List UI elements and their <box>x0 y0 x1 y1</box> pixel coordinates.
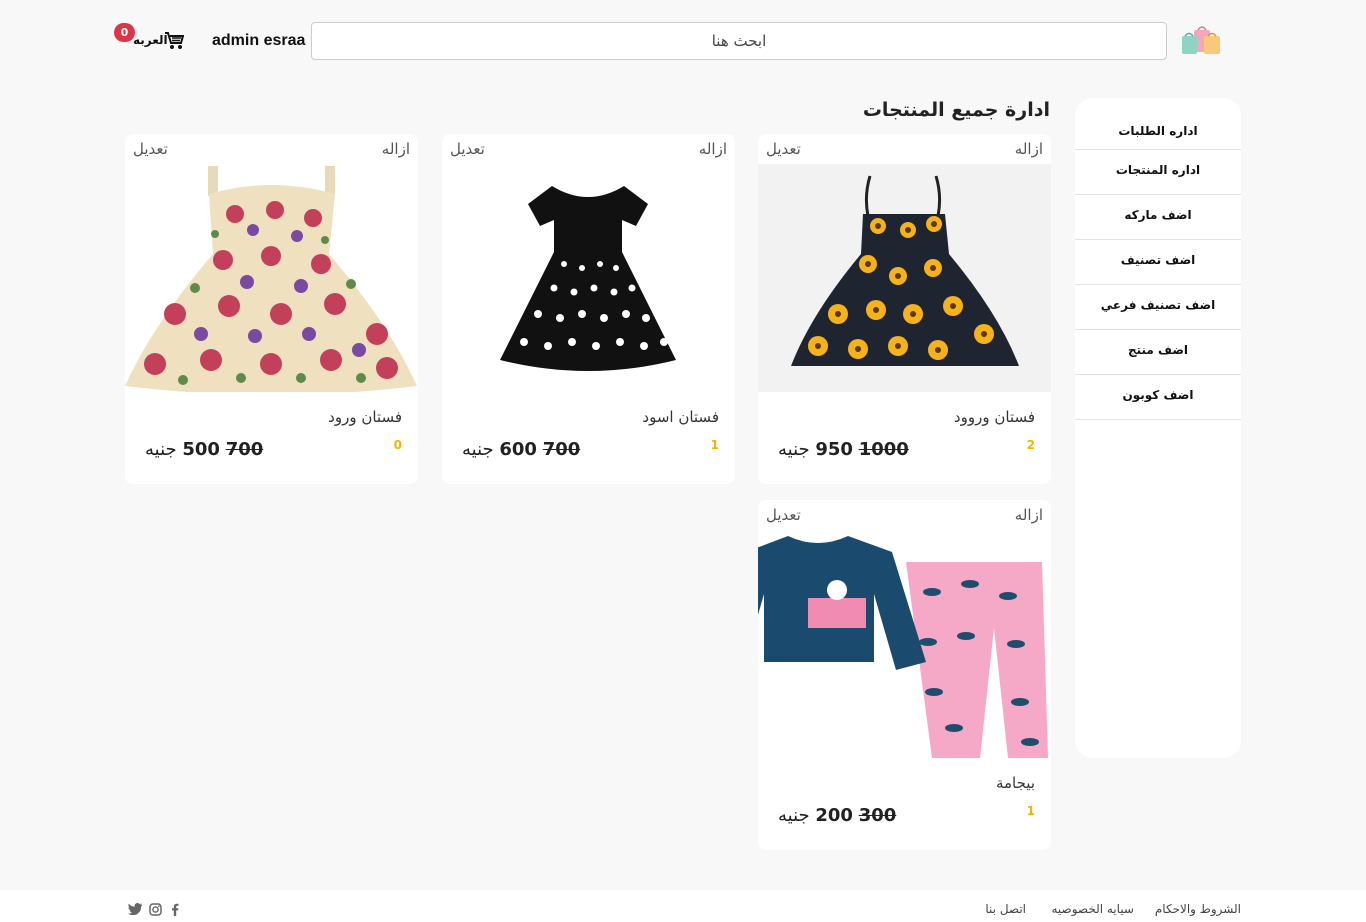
product-rating: 0 <box>393 438 402 452</box>
product-card: ازاله تعديل فستان اسود 1 700 600 جنيه <box>442 134 735 484</box>
sidebar-item-add-coupon[interactable]: اضف كوبون <box>1075 375 1241 420</box>
pajama-image[interactable] <box>758 530 1051 762</box>
shopping-bags-logo-icon[interactable] <box>1180 24 1222 58</box>
currency-label: جنيه <box>778 439 810 460</box>
product-price: 300 200 جنيه <box>778 805 896 826</box>
edit-button[interactable]: تعديل <box>766 506 801 524</box>
black-polka-dress-image[interactable] <box>442 164 735 392</box>
instagram-icon[interactable] <box>149 903 162 916</box>
edit-button[interactable]: تعديل <box>766 140 801 158</box>
admin-sidebar: اداره الطلبات اداره المنتجات اضف ماركه ا… <box>1075 98 1241 758</box>
new-price: 500 <box>182 439 220 460</box>
remove-button[interactable]: ازاله <box>699 140 727 158</box>
sidebar-item-add-category[interactable]: اضف تصنيف <box>1075 240 1241 285</box>
twitter-icon[interactable] <box>128 903 142 915</box>
remove-button[interactable]: ازاله <box>1015 506 1043 524</box>
product-name: فستان ورود <box>328 408 402 426</box>
edit-button[interactable]: تعديل <box>133 140 168 158</box>
currency-label: جنيه <box>778 805 810 826</box>
facebook-icon[interactable] <box>171 903 179 916</box>
user-name[interactable]: admin esraa <box>212 32 305 50</box>
product-card: ازاله تعديل فستان ورود 0 700 500 جنيه <box>125 134 418 484</box>
product-name: بيجامة <box>995 774 1035 792</box>
product-card: ازاله تعديل فستان وروود 2 1000 950 جنيه <box>758 134 1051 484</box>
sidebar-item-add-brand[interactable]: اضف ماركه <box>1075 195 1241 240</box>
footer: الشروط والاحكام سيايه الخصوصيه اتصل بنا <box>0 890 1366 922</box>
currency-label: جنيه <box>462 439 494 460</box>
cart-label: العربه <box>133 33 168 47</box>
new-price: 600 <box>499 439 537 460</box>
remove-button[interactable]: ازاله <box>382 140 410 158</box>
footer-privacy-link[interactable]: سيايه الخصوصيه <box>1051 902 1134 916</box>
old-price: 300 <box>858 805 897 826</box>
new-price: 950 <box>815 439 853 460</box>
sidebar-item-add-product[interactable]: اضف منتج <box>1075 330 1241 375</box>
product-name: فستان اسود <box>642 408 719 426</box>
product-price: 700 500 جنيه <box>145 439 263 460</box>
edit-button[interactable]: تعديل <box>450 140 485 158</box>
footer-contact-link[interactable]: اتصل بنا <box>985 902 1026 916</box>
product-rating: 1 <box>710 438 719 452</box>
product-name: فستان وروود <box>953 408 1035 426</box>
floral-dress-image[interactable] <box>125 164 418 392</box>
old-price: 700 <box>542 439 581 460</box>
product-price: 700 600 جنيه <box>462 439 580 460</box>
remove-button[interactable]: ازاله <box>1015 140 1043 158</box>
sidebar-item-add-subcategory[interactable]: اضف تصنيف فرعي <box>1075 285 1241 330</box>
sidebar-item-manage-products[interactable]: اداره المنتجات <box>1075 150 1241 195</box>
header: admin esraa العربه 0 <box>0 0 1366 80</box>
footer-terms-link[interactable]: الشروط والاحكام <box>1155 902 1241 916</box>
cart-button[interactable]: العربه 0 <box>112 22 188 52</box>
product-card: ازاله تعديل بيجامة 1 300 200 جنيه <box>758 500 1051 850</box>
page-title: ادارة جميع المنتجات <box>862 99 1050 121</box>
cart-count-badge: 0 <box>114 23 135 42</box>
new-price: 200 <box>815 805 853 826</box>
product-rating: 1 <box>1026 804 1035 818</box>
search-input[interactable] <box>311 22 1167 60</box>
cart-icon <box>165 32 184 49</box>
product-price: 1000 950 جنيه <box>778 439 909 460</box>
sunflower-dress-image[interactable] <box>758 164 1051 392</box>
currency-label: جنيه <box>145 439 177 460</box>
product-rating: 2 <box>1026 438 1035 452</box>
old-price: 700 <box>225 439 264 460</box>
sidebar-item-manage-orders[interactable]: اداره الطلبات <box>1075 112 1241 150</box>
old-price: 1000 <box>858 439 909 460</box>
